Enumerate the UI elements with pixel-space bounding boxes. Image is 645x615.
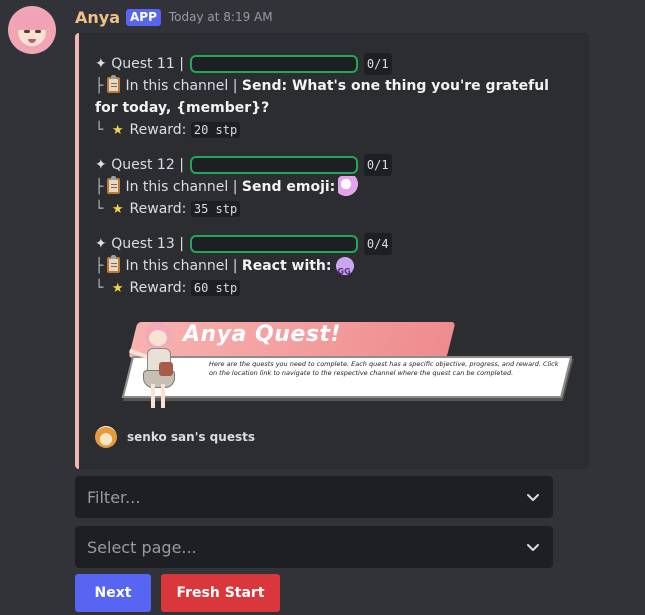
quest-item: ✦ Quest 12 | 0/1 ├ In this channel | Send… bbox=[95, 154, 573, 221]
quest-reward: 35 stp bbox=[190, 201, 241, 217]
quest-title: Quest 13 bbox=[111, 236, 175, 252]
message-header: Anya APP Today at 8:19 AM bbox=[75, 6, 273, 28]
filter-placeholder: Filter... bbox=[87, 487, 141, 507]
clipboard-icon bbox=[107, 255, 121, 273]
quest-progress-bar bbox=[189, 55, 358, 73]
quest-location[interactable]: In this channel bbox=[125, 258, 228, 274]
reward-label: Reward: bbox=[129, 280, 187, 296]
quest-banner-image[interactable]: Anya Quest! Here are the quests you need… bbox=[113, 318, 573, 414]
senko-footer-icon bbox=[95, 426, 117, 448]
tree-branch-icon: ├ bbox=[95, 258, 104, 274]
tree-end-icon: └ bbox=[95, 280, 104, 296]
next-button[interactable]: Next bbox=[75, 574, 151, 612]
tree-end-icon: └ bbox=[95, 122, 104, 138]
gg-emoji-icon bbox=[334, 255, 355, 283]
reward-label: Reward: bbox=[129, 122, 187, 138]
quest-progress-bar bbox=[189, 156, 358, 174]
quest-reward: 60 stp bbox=[190, 280, 241, 296]
app-badge: APP bbox=[126, 8, 161, 26]
chevron-down-icon bbox=[527, 494, 539, 501]
quest-progress-bar bbox=[189, 235, 358, 253]
unicorn-emoji-icon bbox=[338, 176, 359, 196]
fresh-start-button[interactable]: Fresh Start bbox=[161, 574, 280, 612]
tree-branch-icon: ├ bbox=[95, 78, 104, 94]
quest-title: Quest 11 bbox=[111, 56, 175, 72]
star-icon: ★ bbox=[111, 202, 124, 217]
quest-reward: 20 stp bbox=[190, 122, 241, 138]
anya-character-icon bbox=[127, 318, 187, 414]
quest-objective: React with: bbox=[241, 258, 332, 274]
quest-title: Quest 12 bbox=[111, 157, 175, 173]
page-placeholder: Select page... bbox=[87, 537, 197, 557]
banner-description: Here are the quests you need to complete… bbox=[209, 360, 559, 377]
chevron-down-icon bbox=[527, 544, 539, 551]
quest-location[interactable]: In this channel bbox=[125, 179, 228, 195]
reward-label: Reward: bbox=[129, 201, 187, 217]
clipboard-icon bbox=[107, 75, 121, 93]
quest-progress-count: 0/4 bbox=[363, 233, 392, 255]
tree-end-icon: └ bbox=[95, 201, 104, 217]
sparkle-icon: ✦ bbox=[95, 56, 112, 72]
page-select[interactable]: Select page... bbox=[75, 526, 553, 568]
quest-item: ✦ Quest 13 | 0/4 ├ In this channel | Reac… bbox=[95, 233, 573, 300]
quest-item: ✦ Quest 11 | 0/1 ├ In this channel | Send… bbox=[95, 53, 573, 142]
timestamp: Today at 8:19 AM bbox=[168, 10, 273, 24]
quest-progress-count: 0/1 bbox=[363, 53, 392, 75]
sparkle-icon: ✦ bbox=[95, 157, 112, 173]
quest-embed: ✦ Quest 11 | 0/1 ├ In this channel | Send… bbox=[75, 33, 589, 469]
tree-branch-icon: ├ bbox=[95, 179, 104, 195]
bot-message: Anya APP Today at 8:19 AM ✦ Quest 11 | 0… bbox=[0, 0, 645, 615]
clipboard-icon bbox=[107, 176, 121, 194]
quest-objective: Send emoji: bbox=[241, 179, 336, 195]
bot-avatar[interactable] bbox=[8, 6, 56, 54]
filter-select[interactable]: Filter... bbox=[75, 476, 553, 518]
username[interactable]: Anya bbox=[75, 8, 120, 27]
embed-footer: senko san's quests bbox=[95, 426, 573, 448]
sparkle-icon: ✦ bbox=[95, 236, 112, 252]
banner-title: Anya Quest! bbox=[183, 322, 341, 347]
footer-text: senko san's quests bbox=[127, 430, 255, 444]
quest-location[interactable]: In this channel bbox=[125, 78, 228, 94]
quest-progress-count: 0/1 bbox=[363, 154, 392, 176]
star-icon: ★ bbox=[111, 281, 124, 296]
star-icon: ★ bbox=[111, 123, 124, 138]
